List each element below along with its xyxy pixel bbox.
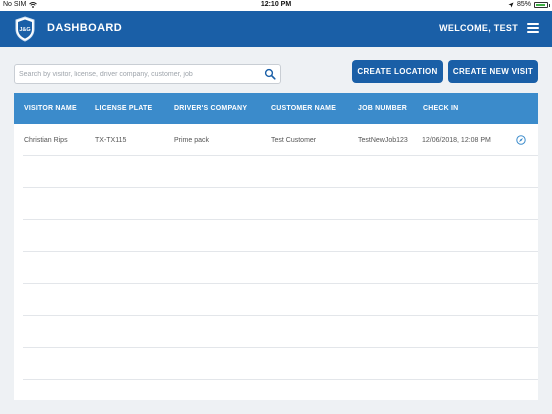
battery-percent: 85% <box>516 1 531 8</box>
cell-customer-name: Test Customer <box>271 137 317 144</box>
column-header-drivers-company[interactable]: DRIVER'S COMPANY <box>174 105 247 112</box>
column-header-check-in[interactable]: CHECK IN <box>423 105 458 112</box>
column-header-job-number[interactable]: JOB NUMBER <box>358 105 407 112</box>
empty-table-row <box>23 284 538 316</box>
empty-table-row <box>23 252 538 284</box>
table-header: VISITOR NAME LICENSE PLATE DRIVER'S COMP… <box>14 93 538 124</box>
app-header: J&G DASHBOARD WELCOME, TEST <box>0 11 552 47</box>
table-row[interactable]: Christian Rips TX-TX115 Prime pack Test … <box>23 124 538 156</box>
location-arrow-icon <box>508 2 514 7</box>
battery-icon <box>534 1 550 8</box>
empty-table-row <box>23 348 538 380</box>
empty-table-row <box>23 316 538 348</box>
cell-check-in: 12/06/2018, 12:08 PM <box>422 137 491 144</box>
column-header-customer-name[interactable]: CUSTOMER NAME <box>271 105 336 112</box>
cell-visitor-name: Christian Rips <box>24 137 68 144</box>
logo: J&G <box>15 16 35 42</box>
column-header-license-plate[interactable]: LICENSE PLATE <box>95 105 152 112</box>
search-field[interactable] <box>14 64 281 84</box>
search-input[interactable] <box>19 67 259 81</box>
empty-table-row <box>23 156 538 188</box>
visits-table: VISITOR NAME LICENSE PLATE DRIVER'S COMP… <box>14 93 538 400</box>
hamburger-menu-icon[interactable] <box>527 23 539 33</box>
status-time: 12:10 PM <box>260 1 292 8</box>
cell-license-plate: TX-TX115 <box>95 137 127 144</box>
create-new-visit-button[interactable]: CREATE NEW VISIT <box>448 60 538 83</box>
status-bar: No SIM 12:10 PM 85% <box>0 0 552 11</box>
search-icon[interactable] <box>264 68 276 80</box>
welcome-label: WELCOME, TEST <box>439 23 518 33</box>
create-location-button[interactable]: CREATE LOCATION <box>352 60 443 83</box>
svg-text:J&G: J&G <box>19 27 30 33</box>
empty-table-row <box>23 188 538 220</box>
empty-table-row <box>23 220 538 252</box>
column-header-visitor-name[interactable]: VISITOR NAME <box>24 105 77 112</box>
compass-icon[interactable] <box>516 135 526 145</box>
page-title: DASHBOARD <box>47 22 123 34</box>
cell-drivers-company: Prime pack <box>174 137 210 144</box>
cell-job-number: TestNewJob123 <box>358 137 408 144</box>
